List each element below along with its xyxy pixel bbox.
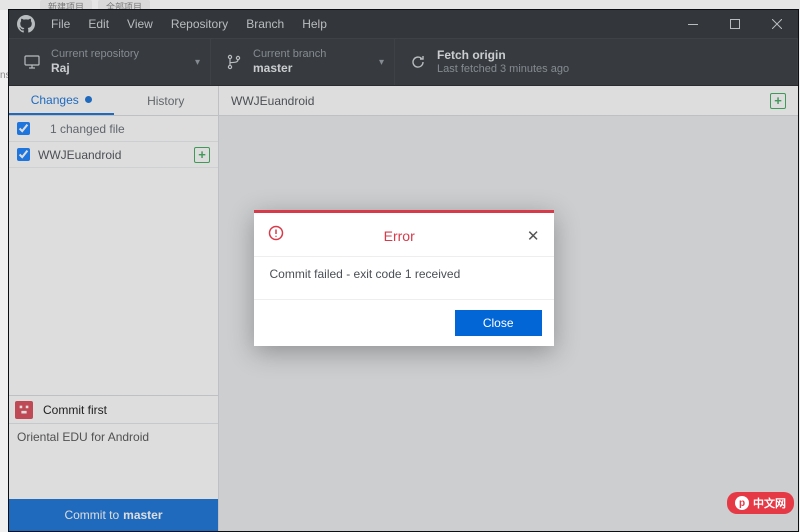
modal-close-button[interactable]: Close <box>455 310 542 336</box>
watermark-icon: p <box>735 496 749 510</box>
modal-title: Error <box>272 228 527 244</box>
watermark-badge: p 中文网 <box>727 492 794 514</box>
watermark-text: 中文网 <box>753 495 786 511</box>
app-window: File Edit View Repository Branch Help Cu… <box>8 9 799 532</box>
modal-message: Commit failed - exit code 1 received <box>254 256 554 299</box>
error-modal: Error ✕ Commit failed - exit code 1 rece… <box>254 210 554 346</box>
modal-close-icon[interactable]: ✕ <box>527 227 540 245</box>
